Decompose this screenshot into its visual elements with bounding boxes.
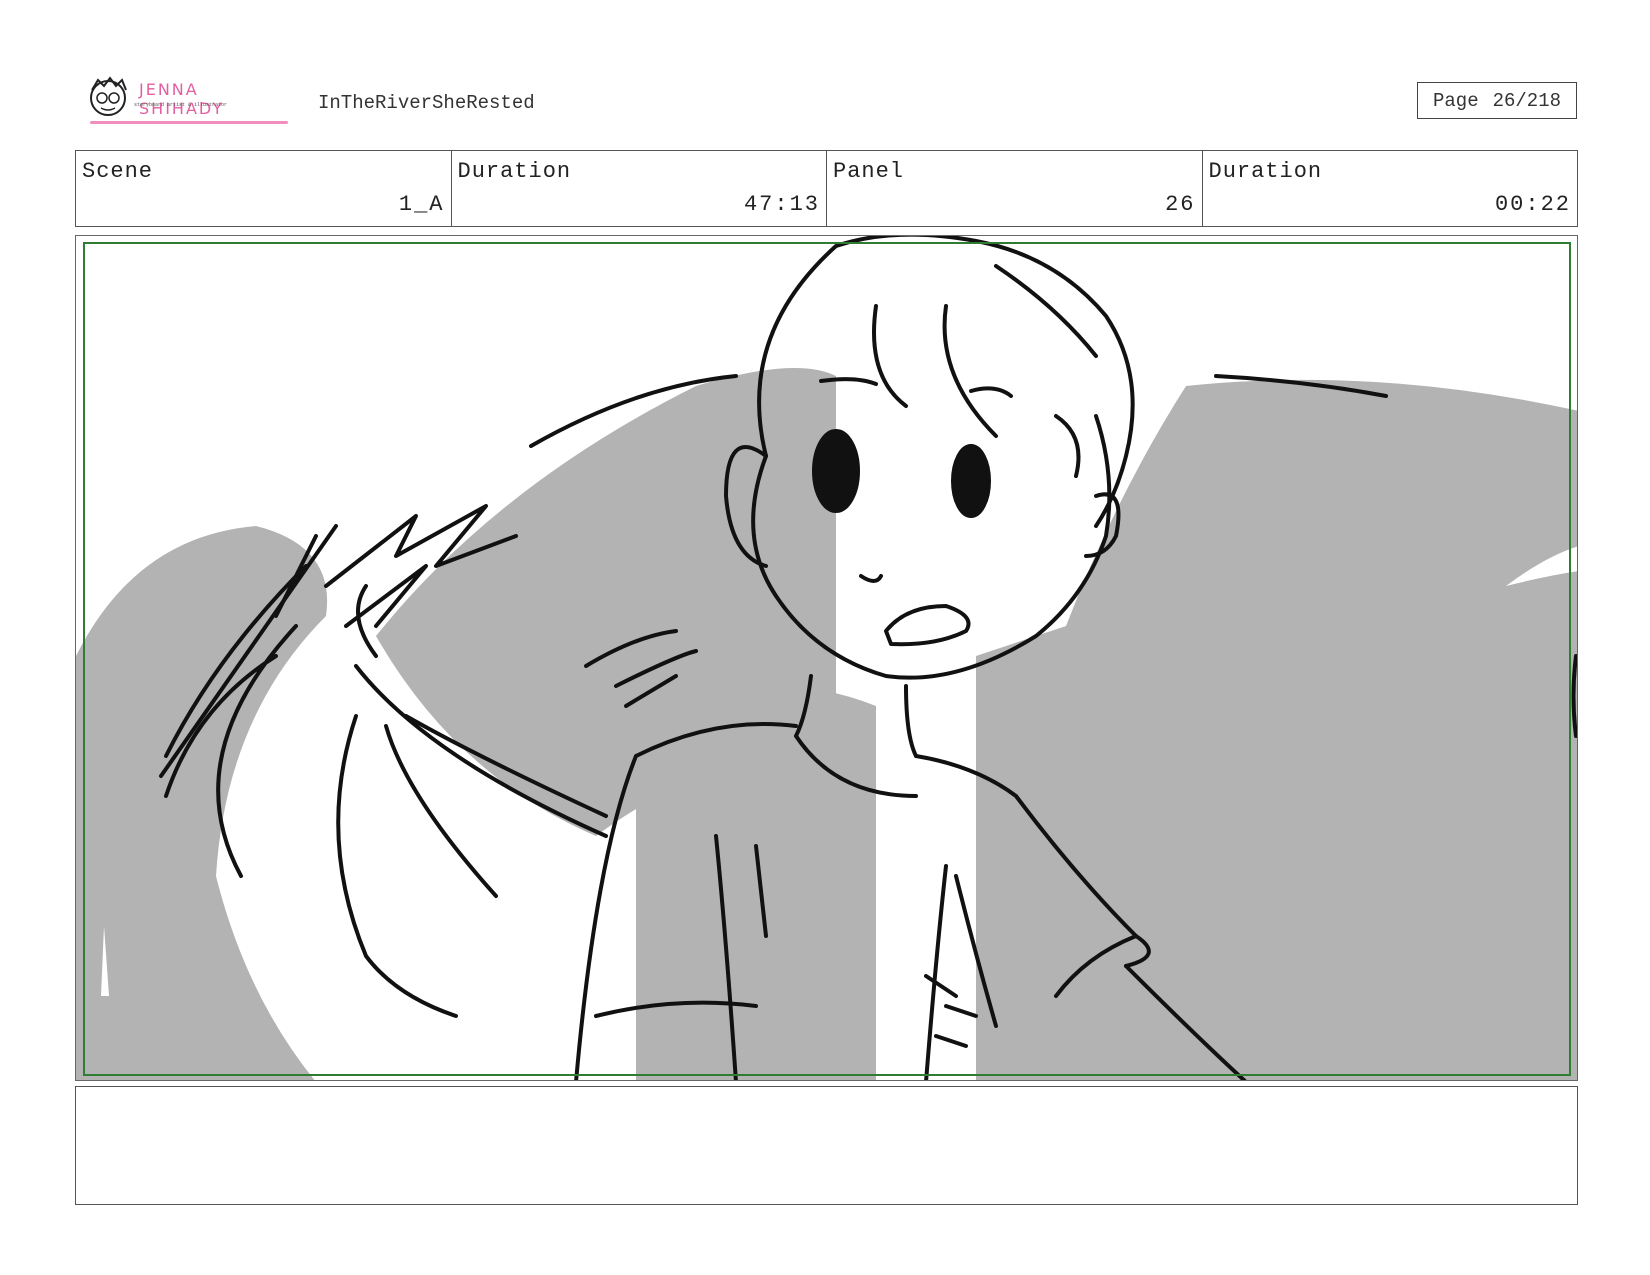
logo-face-icon [90, 76, 127, 116]
right-eye [951, 444, 991, 518]
scene-cell: Scene 1_A [76, 151, 452, 226]
panel-value: 26 [1165, 192, 1196, 217]
scene-duration-value: 47:13 [743, 192, 820, 217]
left-cushion-shape [76, 526, 328, 1080]
logo-tagline: storyboard artist & illustrator [134, 102, 228, 108]
panel-sketch [76, 236, 1577, 1080]
panel-duration-label: Duration [1208, 159, 1323, 184]
panel-duration-value: 00:22 [1494, 192, 1571, 217]
scene-label: Scene [82, 159, 154, 184]
artist-logo: JENNA SHIHADY storyboard artist & illust… [84, 76, 290, 126]
scene-duration-label: Duration [457, 159, 572, 184]
project-title: InTheRiverSheRested [318, 92, 535, 114]
sofa-back-shape [976, 379, 1577, 1080]
nose [859, 574, 883, 583]
mouth [884, 604, 971, 647]
panel-cell: Panel 26 [827, 151, 1203, 226]
hair-strands [872, 264, 1098, 478]
panel-notes-box [75, 1086, 1578, 1205]
panel-label: Panel [833, 159, 905, 184]
scene-value: 1_A [398, 192, 445, 217]
logo-underline [90, 121, 288, 124]
scene-duration-cell: Duration 47:13 [452, 151, 827, 226]
panel-duration-cell: Duration 00:22 [1203, 151, 1578, 226]
page-number: 26/218 [1492, 89, 1562, 112]
storyboard-panel [75, 235, 1578, 1081]
left-eye [812, 429, 860, 513]
page-indicator: Page 26/218 [1417, 82, 1577, 119]
logo-name: JENNA SHIHADY [139, 80, 225, 118]
panel-info-table: Scene 1_A Duration 47:13 Panel 26 Durati… [75, 150, 1578, 227]
page-label: Page [1432, 89, 1479, 112]
lower-mid-shape [636, 683, 876, 1080]
right-eyebrow [969, 386, 1013, 398]
